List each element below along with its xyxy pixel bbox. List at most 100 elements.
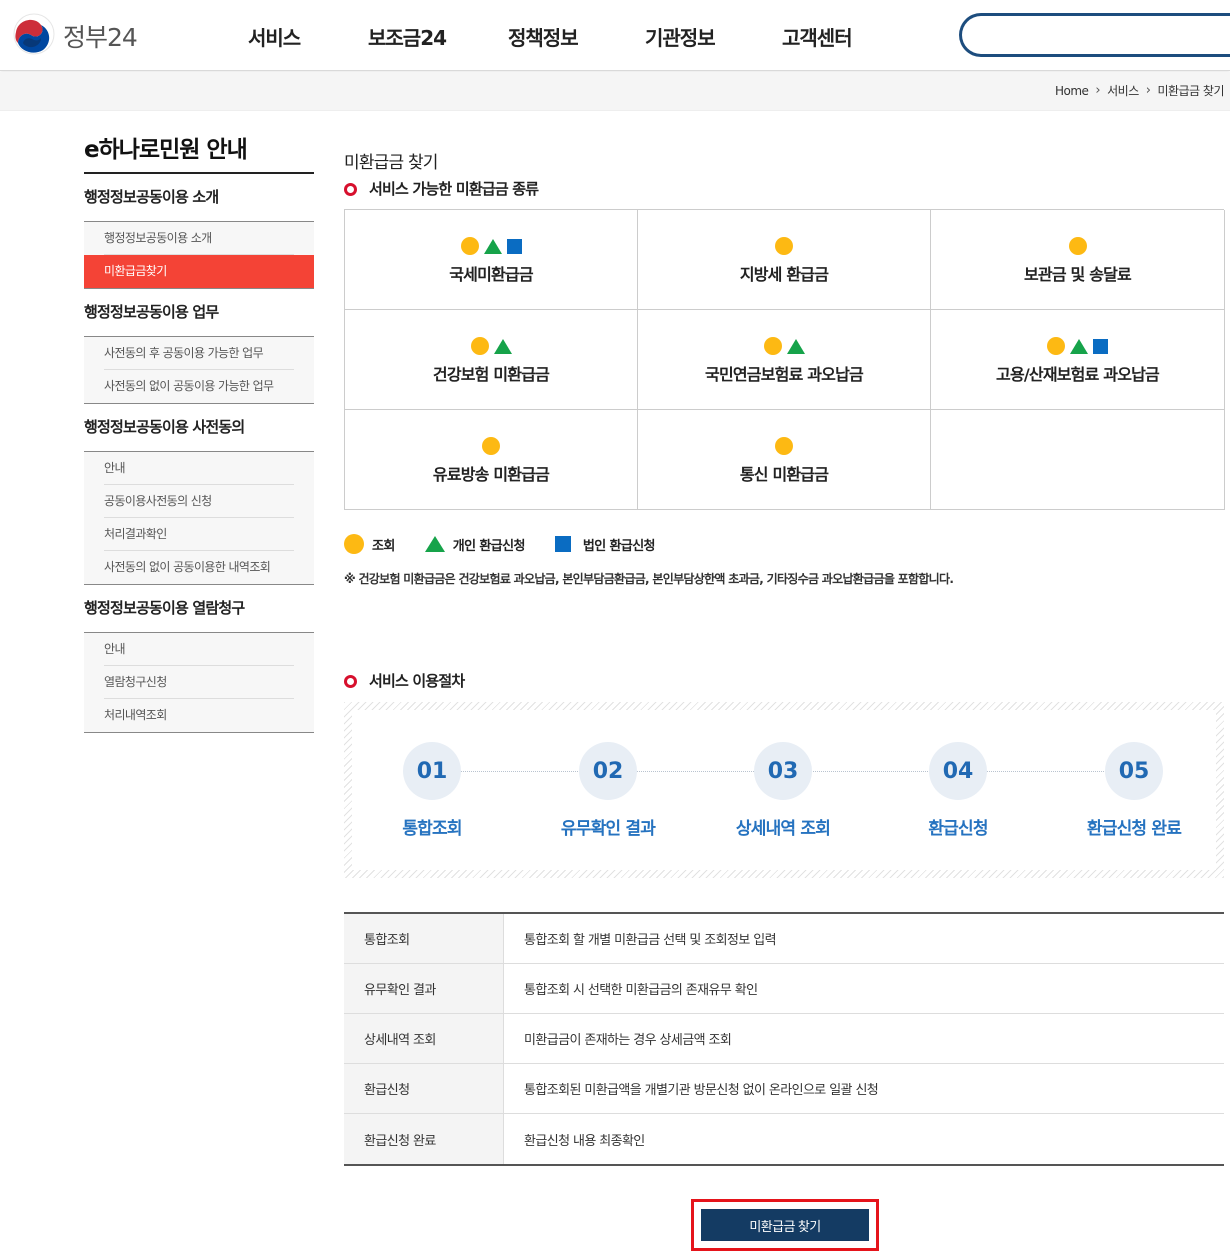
legend-square: 법인 환급신청 <box>554 535 656 554</box>
service-marks <box>1047 337 1108 355</box>
nav-service[interactable]: 서비스 <box>248 22 301 51</box>
section-procedure-title: 서비스 이용절차 <box>344 668 1224 692</box>
sidebar-group-consent[interactable]: 행정정보공동이용 사전동의 <box>84 404 314 452</box>
sidebar-submenu-access: 안내 열람청구신청 처리내역조회 <box>84 633 314 733</box>
table-head-cell: 유무확인 결과 <box>344 964 504 1013</box>
step-label: 유무확인 결과 <box>560 819 656 839</box>
refund-type-cell: 유료방송 미환급금 <box>345 410 638 510</box>
step-label: 환급신청 <box>928 819 988 839</box>
step-label: 환급신청 완료 <box>1086 819 1182 839</box>
table-row: 유무확인 결과 통합조회 시 선택한 미환급금의 존재유무 확인 <box>344 964 1224 1014</box>
sidebar-item-result-check[interactable]: 처리결과확인 <box>104 518 294 551</box>
section-refund-types-title: 서비스 가능한 미환급금 종류 <box>344 176 1224 200</box>
refund-type-cell: 고용/산재보험료 과오납금 <box>931 310 1225 410</box>
refund-type-label: 국민연금보험료 과오납금 <box>705 365 864 384</box>
breadcrumb-bar: Home › 서비스 › 미환급금 찾기 <box>0 72 1230 111</box>
square-mark-icon <box>506 238 522 254</box>
procedure-step: 04 환급신청 <box>878 742 1038 839</box>
table-head-cell: 환급신청 <box>344 1064 504 1113</box>
breadcrumb-home[interactable]: Home <box>1055 84 1089 98</box>
sidebar-group-access[interactable]: 행정정보공동이용 열람청구 <box>84 585 314 633</box>
triangle-mark-icon <box>483 238 502 254</box>
refund-type-cell: 건강보험 미환급금 <box>345 310 638 410</box>
sidebar-item-intro[interactable]: 행정정보공동이용 소개 <box>104 222 294 255</box>
circle-mark-icon <box>470 337 489 355</box>
legend-circle: 조회 <box>344 534 395 554</box>
table-head-cell: 상세내역 조회 <box>344 1014 504 1063</box>
square-mark-icon <box>554 536 571 552</box>
refund-type-cell: 국세미환급금 <box>345 210 638 310</box>
main-content: 미환급금 찾기 서비스 가능한 미환급금 종류 국세미환급금 지방세 환급금 보관금… <box>344 148 1225 1251</box>
service-marks <box>763 337 805 355</box>
site-logo-text[interactable]: 정부24 <box>63 18 138 54</box>
procedure-step: 02 유무확인 결과 <box>528 742 688 839</box>
service-marks <box>460 237 522 255</box>
service-marks <box>775 437 793 455</box>
service-marks <box>775 237 793 255</box>
sidebar-item-usage-history[interactable]: 사전동의 없이 공동이용한 내역조회 <box>104 551 294 584</box>
table-desc-cell: 환급신청 내용 최종확인 <box>524 1133 645 1149</box>
service-marks <box>482 437 500 455</box>
step-number: 01 <box>403 742 461 800</box>
procedure-section: 서비스 이용절차 01 통합조회 02 유무확인 결과 03 상세내역 조회 04 환급신청 0… <box>344 668 1224 878</box>
refund-type-label: 지방세 환급금 <box>739 265 829 284</box>
bullet-icon <box>344 675 357 688</box>
sidebar-group-intro[interactable]: 행정정보공동이용 소개 <box>84 174 314 222</box>
search-input[interactable] <box>959 13 1230 57</box>
nav-subsidy24[interactable]: 보조금24 <box>368 22 447 51</box>
sidebar-item-consent-apply[interactable]: 공동이용사전동의 신청 <box>104 485 294 518</box>
service-marks <box>470 337 512 355</box>
table-desc-cell: 미환급금이 존재하는 경우 상세금액 조회 <box>524 1033 732 1048</box>
square-mark-icon <box>1093 338 1108 354</box>
sidebar-item-without-consent[interactable]: 사전동의 없이 공동이용 가능한 업무 <box>104 370 294 403</box>
nav-agency-info[interactable]: 기관정보 <box>645 22 716 51</box>
breadcrumb-service[interactable]: 서비스 <box>1107 82 1139 99</box>
circle-mark-icon <box>344 534 364 554</box>
government-logo-icon[interactable] <box>13 13 55 55</box>
refund-type-label: 보관금 및 송달료 <box>1024 265 1132 284</box>
procedure-step: 01 통합조회 <box>352 742 512 839</box>
section-title-text: 서비스 이용절차 <box>369 671 465 690</box>
refund-type-cell: 보관금 및 송달료 <box>931 210 1225 310</box>
circle-mark-icon <box>775 237 793 255</box>
legend: 조회 개인 환급신청 법인 환급신청 <box>344 534 1224 554</box>
refund-type-label: 유료방송 미환급금 <box>432 465 550 484</box>
sidebar-item-access-guide[interactable]: 안내 <box>104 633 294 666</box>
sidebar: e하나로민원 안내 행정정보공동이용 소개 행정정보공동이용 소개 미환급금찾기… <box>84 128 314 733</box>
find-refund-button[interactable]: 미환급금 찾기 <box>701 1209 869 1241</box>
table-row: 환급신청 완료 환급신청 내용 최종확인 <box>344 1114 1224 1164</box>
legend-triangle: 개인 환급신청 <box>424 535 525 554</box>
refund-type-label: 통신 미환급금 <box>739 465 829 484</box>
triangle-mark-icon <box>424 536 445 552</box>
breadcrumb-current[interactable]: 미환급금 찾기 <box>1157 82 1224 99</box>
chevron-right-icon: › <box>1145 83 1151 98</box>
site-header: 정부24 서비스 보조금24 정책정보 기관정보 고객센터 <box>0 0 1230 71</box>
sidebar-item-refund-search[interactable]: 미환급금찾기 <box>84 255 314 288</box>
sidebar-item-access-apply[interactable]: 열람청구신청 <box>104 666 294 699</box>
steps-box: 01 통합조회 02 유무확인 결과 03 상세내역 조회 04 환급신청 05 환급신청 완료 <box>344 702 1224 878</box>
circle-mark-icon <box>460 237 479 255</box>
legend-square-label: 법인 환급신청 <box>582 538 656 554</box>
sidebar-item-access-history[interactable]: 처리내역조회 <box>104 699 294 732</box>
breadcrumb: Home › 서비스 › 미환급금 찾기 <box>1055 82 1225 99</box>
sidebar-item-consent-guide[interactable]: 안내 <box>104 452 294 485</box>
step-number: 05 <box>1105 742 1163 800</box>
table-row: 환급신청 통합조회된 미환급액을 개별기관 방문신청 없이 온라인으로 일괄 신청 <box>344 1064 1224 1114</box>
nav-policy-info[interactable]: 정책정보 <box>508 22 579 51</box>
table-desc-cell: 통합조회 할 개별 미환급금 선택 및 조회정보 입력 <box>524 933 777 948</box>
health-insurance-note: ※ 건강보험 미환급금은 건강보험료 과오납금, 본인부담금환급금, 본인부담상… <box>344 572 954 586</box>
bullet-icon <box>344 183 357 196</box>
procedure-step: 03 상세내역 조회 <box>703 742 863 839</box>
table-head-cell: 환급신청 완료 <box>344 1114 504 1164</box>
sidebar-item-with-consent[interactable]: 사전동의 후 공동이용 가능한 업무 <box>104 337 294 370</box>
table-desc-cell: 통합조회된 미환급액을 개별기관 방문신청 없이 온라인으로 일괄 신청 <box>524 1083 879 1098</box>
circle-mark-icon <box>1068 237 1087 255</box>
procedure-table: 통합조회 통합조회 할 개별 미환급금 선택 및 조회정보 입력 유무확인 결과 통합… <box>344 912 1224 1166</box>
table-row: 상세내역 조회 미환급금이 존재하는 경우 상세금액 조회 <box>344 1014 1224 1064</box>
sidebar-group-tasks[interactable]: 행정정보공동이용 업무 <box>84 289 314 337</box>
legend-circle-label: 조회 <box>372 538 395 554</box>
circle-mark-icon <box>1047 337 1065 355</box>
nav-customer-center[interactable]: 고객센터 <box>782 22 853 51</box>
refund-type-label: 고용/산재보험료 과오납금 <box>996 365 1160 384</box>
empty-cell <box>931 410 1225 510</box>
